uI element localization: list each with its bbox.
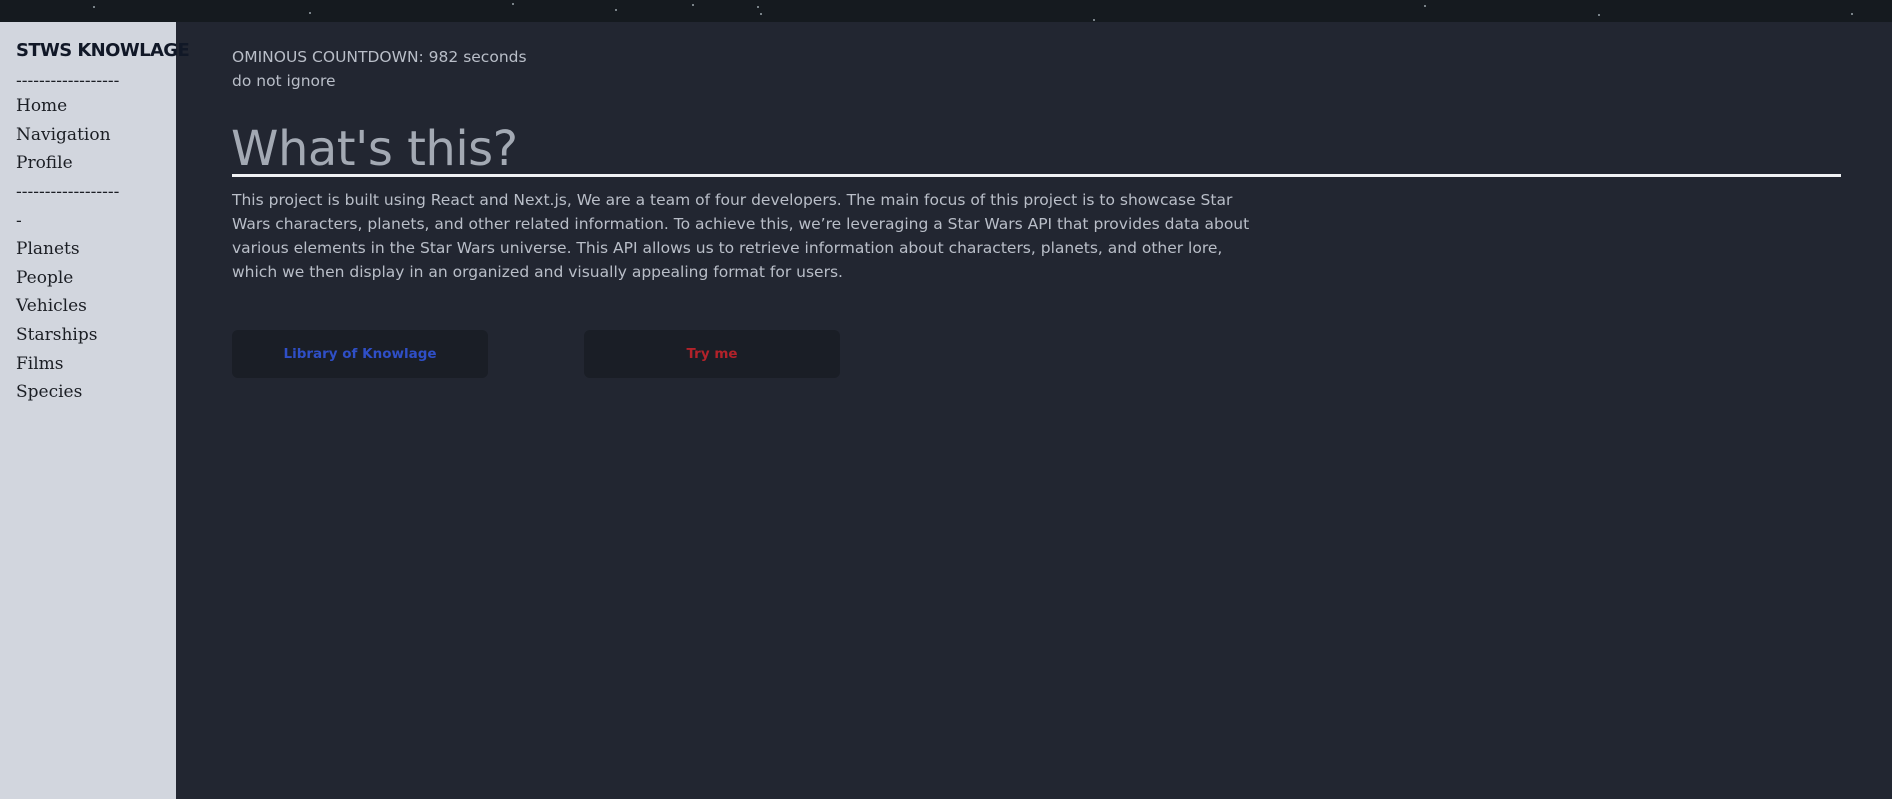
title-divider: [232, 174, 1841, 177]
star: [757, 6, 759, 8]
sidebar-separator: ------------------: [16, 71, 120, 91]
countdown-text: OMINOUS COUNTDOWN: 982 seconds: [232, 48, 527, 66]
sidebar-item-starships[interactable]: Starships: [16, 324, 97, 346]
page-title: What's this?: [231, 121, 518, 177]
starfield-strip: [0, 0, 1892, 22]
star: [692, 4, 694, 6]
sidebar-item-navigation[interactable]: Navigation: [16, 124, 111, 146]
warning-text: do not ignore: [232, 72, 336, 90]
brand-title: STWS KNOWLAGE: [16, 40, 190, 61]
sidebar-dash: -: [16, 211, 22, 231]
star: [1424, 5, 1426, 7]
star: [760, 13, 762, 15]
sidebar-separator: ------------------: [16, 182, 120, 202]
star: [93, 6, 95, 8]
sidebar-item-profile[interactable]: Profile: [16, 152, 73, 174]
sidebar-item-planets[interactable]: Planets: [16, 238, 80, 260]
star: [309, 12, 311, 14]
sidebar-item-people[interactable]: People: [16, 267, 73, 289]
sidebar-item-films[interactable]: Films: [16, 353, 64, 375]
star: [512, 3, 514, 5]
try-me-button[interactable]: Try me: [584, 330, 840, 378]
star: [1598, 14, 1600, 16]
project-description: This project is built using React and Ne…: [232, 191, 1250, 281]
star: [615, 9, 617, 11]
sidebar-item-home[interactable]: Home: [16, 95, 67, 117]
sidebar-item-species[interactable]: Species: [16, 381, 82, 403]
star: [1093, 19, 1095, 21]
library-of-knowlage-button[interactable]: Library of Knowlage: [232, 330, 488, 378]
sidebar: STWS KNOWLAGE ------------------ Home Na…: [0, 22, 190, 799]
star: [1851, 13, 1853, 15]
sidebar-item-vehicles[interactable]: Vehicles: [16, 295, 87, 317]
